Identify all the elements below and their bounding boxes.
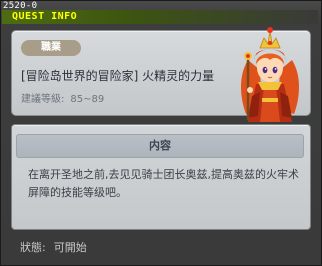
content-header: 内容 bbox=[16, 134, 304, 158]
fire-spirit-npc-icon bbox=[241, 27, 299, 122]
quest-status: 狀態: 可開始 bbox=[20, 239, 87, 255]
level-label: 建議等級: bbox=[21, 94, 65, 105]
status-value: 可開始 bbox=[53, 241, 87, 254]
recommended-level: 建議等級: 85~89 bbox=[21, 90, 104, 105]
category-badge: 職業 bbox=[21, 40, 81, 56]
window-title: QUEST INFO bbox=[12, 11, 78, 22]
quest-description: 在离开圣地之前,去见见骑士团长奥兹,提高奥兹的火牢术屏障的技能等级吧。 bbox=[28, 168, 299, 199]
quest-title: [冒险岛世界的冒险家] 火精灵的力量 bbox=[21, 69, 215, 83]
level-range: 85~89 bbox=[70, 94, 105, 105]
status-label: 狀態: bbox=[20, 241, 46, 254]
